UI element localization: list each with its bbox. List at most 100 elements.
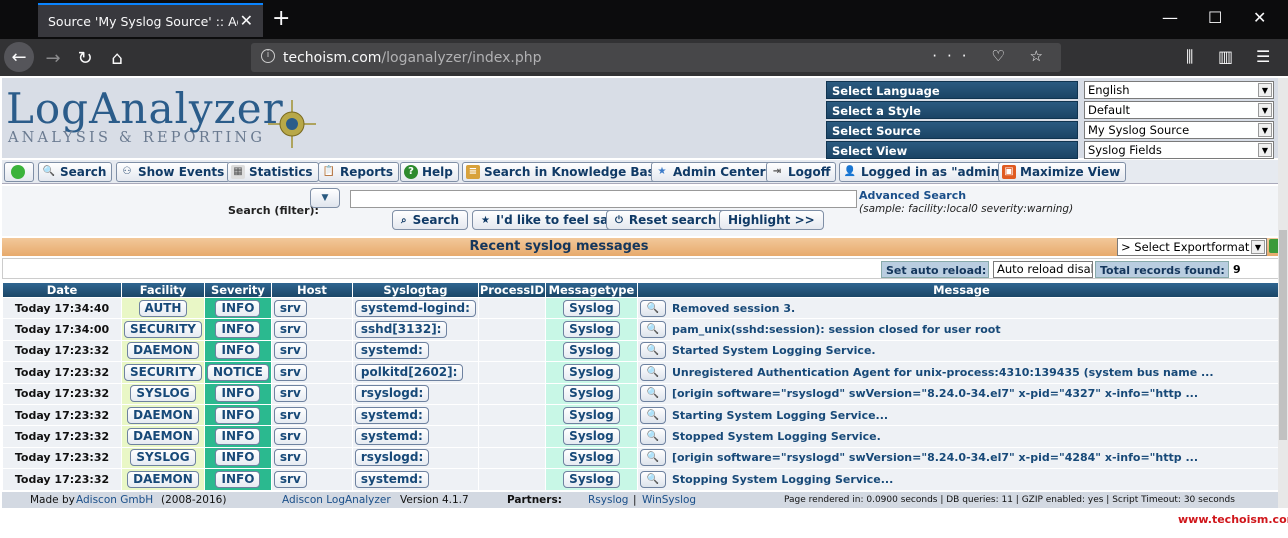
syslogtag-button[interactable]: polkitd[2602]:	[354, 363, 464, 381]
menu-icon[interactable]: ☰	[1256, 47, 1270, 66]
severity-button[interactable]: INFO	[215, 406, 261, 424]
host-button[interactable]: srv	[273, 470, 307, 488]
syslogtag-button[interactable]: systemd:	[354, 428, 429, 446]
severity-button[interactable]: INFO	[215, 321, 261, 339]
message-details-icon[interactable]: 🔍	[639, 321, 666, 339]
select-language-dropdown[interactable]: English ▼	[1084, 81, 1274, 99]
host-button[interactable]: srv	[273, 321, 307, 339]
browser-tab[interactable]: Source 'My Syslog Source' :: Adiscon ✕	[38, 3, 263, 37]
host-button[interactable]: srv	[273, 299, 307, 317]
message-link[interactable]: Unregistered Authentication Agent for un…	[672, 366, 1214, 379]
select-source-dropdown[interactable]: My Syslog Source ▼	[1084, 121, 1274, 139]
export-format-select[interactable]: > Select Exportformat < ▼	[1117, 238, 1267, 256]
messagetype-button[interactable]: Syslog	[563, 406, 620, 424]
col-syslogtag[interactable]: Syslogtag	[352, 283, 478, 297]
message-link[interactable]: Removed session 3.	[672, 302, 795, 315]
col-host[interactable]: Host	[271, 283, 352, 297]
severity-button[interactable]: INFO	[215, 428, 261, 446]
messagetype-button[interactable]: Syslog	[563, 449, 620, 467]
syslogtag-button[interactable]: rsyslogd:	[354, 385, 430, 403]
syslogtag-button[interactable]: systemd:	[354, 470, 429, 488]
facility-button[interactable]: SECURITY	[124, 363, 202, 381]
messagetype-button[interactable]: Syslog	[563, 299, 620, 317]
select-view-dropdown[interactable]: Syslog Fields ▼	[1084, 141, 1274, 159]
forward-icon[interactable]: →	[40, 45, 66, 71]
reset-search-button[interactable]: ⏻ Reset search	[606, 210, 726, 230]
back-icon[interactable]: ←	[4, 42, 34, 72]
footer-product-link[interactable]: Adiscon LogAnalyzer	[282, 492, 391, 508]
message-details-icon[interactable]: 🔍	[639, 385, 666, 403]
maximize-view-button[interactable]: ▣ Maximize View	[998, 162, 1127, 182]
search-options-button[interactable]: ▼	[310, 188, 340, 208]
col-messagetype[interactable]: Messagetype	[545, 283, 637, 297]
reload-icon[interactable]: ↻	[72, 45, 98, 71]
facility-button[interactable]: DAEMON	[127, 470, 199, 488]
severity-button[interactable]: INFO	[215, 342, 261, 360]
severity-button[interactable]: INFO	[215, 470, 261, 488]
message-details-icon[interactable]: 🔍	[639, 470, 666, 488]
severity-button[interactable]: NOTICE	[206, 363, 269, 381]
footer-rsyslog-link[interactable]: Rsyslog	[588, 492, 628, 508]
col-severity[interactable]: Severity	[204, 283, 271, 297]
auto-reload-select[interactable]: Auto reload disabled	[993, 261, 1093, 278]
severity-button[interactable]: INFO	[215, 299, 261, 317]
library-icon[interactable]: ⫼	[1186, 47, 1193, 67]
severity-button[interactable]: INFO	[215, 449, 261, 467]
feel-sad-button[interactable]: ★ I'd like to feel sad	[472, 210, 626, 230]
footer-company-link[interactable]: Adiscon GmbH	[76, 492, 153, 508]
message-details-icon[interactable]: 🔍	[639, 342, 666, 360]
loganalyzer-logo[interactable]: LogAnalyzer ANALYSIS & REPORTING	[6, 82, 326, 156]
messagetype-button[interactable]: Syslog	[563, 363, 620, 381]
messagetype-button[interactable]: Syslog	[563, 321, 620, 339]
maximize-icon[interactable]: ☐	[1208, 8, 1222, 27]
message-details-icon[interactable]: 🔍	[639, 406, 666, 424]
select-style-dropdown[interactable]: Default ▼	[1084, 101, 1274, 119]
col-message[interactable]: Message	[637, 283, 1285, 297]
severity-button[interactable]: INFO	[215, 385, 261, 403]
show-events-button[interactable]: ⚇ Show Events	[116, 162, 231, 182]
host-button[interactable]: srv	[273, 363, 307, 381]
host-button[interactable]: srv	[273, 406, 307, 424]
site-info-icon[interactable]: i	[261, 49, 275, 63]
minimize-icon[interactable]: —	[1162, 8, 1178, 27]
syslogtag-button[interactable]: systemd:	[354, 406, 429, 424]
help-button[interactable]: ? Help	[400, 162, 459, 182]
message-link[interactable]: Starting System Logging Service...	[672, 409, 888, 422]
messagetype-button[interactable]: Syslog	[563, 470, 620, 488]
footer-winsyslog-link[interactable]: WinSyslog	[642, 492, 696, 508]
sidebar-icon[interactable]: ▥	[1218, 47, 1233, 66]
page-actions-icon[interactable]: ··· ♡ ☆	[932, 47, 1053, 65]
advanced-search-link[interactable]: Advanced Search	[859, 189, 966, 202]
search-filter-input[interactable]	[350, 190, 857, 208]
knowledge-base-button[interactable]: ≡ Search in Knowledge Base	[462, 162, 669, 182]
filter-search-button[interactable]: ⌕ Search	[392, 210, 469, 230]
facility-button[interactable]: SECURITY	[124, 321, 202, 339]
col-processid[interactable]: ProcessID	[478, 283, 545, 297]
message-link[interactable]: Started System Logging Service.	[672, 344, 876, 357]
logged-in-button[interactable]: 👤 Logged in as "admin"	[839, 162, 1012, 182]
message-link[interactable]: Stopping System Logging Service...	[672, 473, 893, 486]
syslogtag-button[interactable]: systemd-logind:	[354, 299, 476, 317]
facility-button[interactable]: DAEMON	[127, 428, 199, 446]
message-link[interactable]: [origin software="rsyslogd" swVersion="8…	[672, 387, 1198, 400]
admin-center-button[interactable]: ★ Admin Center	[651, 162, 772, 182]
message-details-icon[interactable]: 🔍	[639, 363, 666, 381]
col-date[interactable]: Date	[3, 283, 121, 297]
message-link[interactable]: pam_unix(sshd:session): session closed f…	[672, 323, 1001, 336]
syslogtag-button[interactable]: sshd[3132]:	[354, 321, 448, 339]
syslogtag-button[interactable]: systemd:	[354, 342, 429, 360]
messagetype-button[interactable]: Syslog	[563, 385, 620, 403]
col-facility[interactable]: Facility	[122, 283, 204, 297]
host-button[interactable]: srv	[273, 428, 307, 446]
messagetype-button[interactable]: Syslog	[563, 342, 620, 360]
facility-button[interactable]: AUTH	[138, 299, 188, 317]
close-window-icon[interactable]: ✕	[1253, 8, 1266, 27]
search-button[interactable]: 🔍 Search	[38, 162, 113, 182]
facility-button[interactable]: DAEMON	[127, 342, 199, 360]
tab-close-icon[interactable]: ✕	[240, 11, 253, 30]
facility-button[interactable]: DAEMON	[127, 406, 199, 424]
facility-button[interactable]: SYSLOG	[130, 385, 196, 403]
message-details-icon[interactable]: 🔍	[639, 449, 666, 467]
home-button[interactable]	[4, 162, 34, 182]
url-bar[interactable]: i techoism.com/loganalyzer/index.php ···…	[251, 43, 1061, 72]
